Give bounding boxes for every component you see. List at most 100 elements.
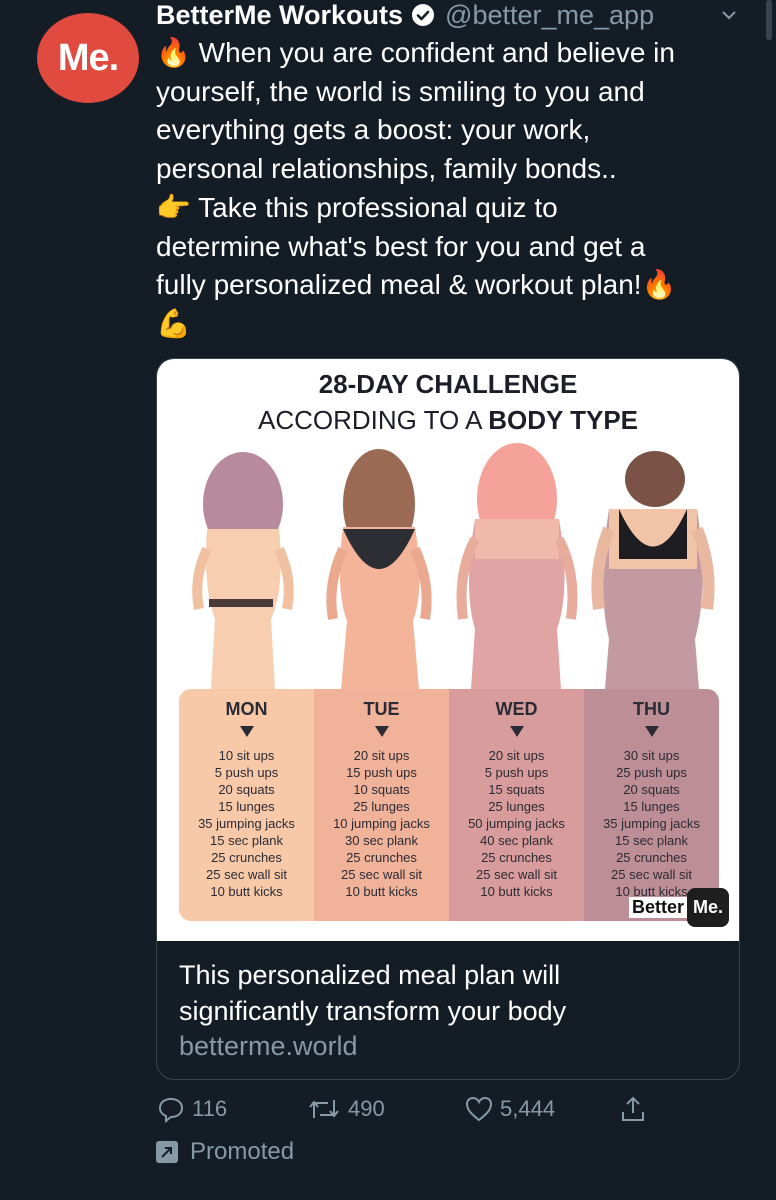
exercise-item: 15 push ups: [346, 765, 417, 780]
verified-icon: [412, 4, 435, 26]
exercise-list: 10 sit ups 5 push ups 20 squats 15 lunges 35…: [179, 747, 314, 900]
tweet-line: yourself, the world is smiling to you an…: [156, 75, 645, 107]
exercise-item: 5 push ups: [484, 765, 549, 780]
promoted-label: Promoted: [156, 1138, 294, 1166]
down-triangle-icon: [239, 726, 254, 737]
day-name: WED: [495, 699, 538, 719]
tweet-line: personal relationships, family bonds..: [156, 153, 617, 185]
figure-tue: [326, 449, 432, 689]
card-image[interactable]: 28-DAY CHALLENGE ACCORDING TO A BODY TYP…: [157, 359, 739, 941]
exercise-list: 30 sit ups 25 push ups 20 squats 15 lunges 3…: [584, 747, 719, 900]
day-column-tue: TUE 20 sit ups 15 push ups 10 squats 25 lung…: [314, 689, 449, 921]
betterme-logo: Better Me.: [629, 885, 731, 929]
flexed-biceps-emoji: 💪: [156, 306, 191, 340]
exercise-item: 10 butt kicks: [345, 884, 418, 899]
exercise-item: 30 sit ups: [623, 748, 680, 763]
exercise-item: 10 jumping jacks: [333, 816, 430, 831]
link-card[interactable]: 28-DAY CHALLENGE ACCORDING TO A BODY TYP…: [156, 358, 740, 1080]
chevron-down-icon[interactable]: [720, 6, 738, 24]
exercise-item: 25 push ups: [616, 765, 687, 780]
day-column-mon: MON 10 sit ups 5 push ups 20 squats 15 lunge…: [179, 689, 314, 921]
exercise-item: 40 sec plank: [480, 833, 553, 848]
exercise-item: 25 crunches: [616, 850, 687, 865]
figure-mon: [192, 452, 294, 689]
promoted-icon: [156, 1141, 178, 1163]
exercise-item: 20 squats: [218, 782, 275, 797]
exercise-item: 35 jumping jacks: [603, 816, 700, 831]
challenge-title: 28-DAY CHALLENGE: [318, 369, 578, 399]
reply-button[interactable]: 116: [156, 1094, 227, 1124]
avatar-text: Me.: [57, 36, 119, 79]
scrollbar[interactable]: [766, 0, 772, 40]
promoted-text: Promoted: [190, 1138, 295, 1165]
exercise-item: 50 jumping jacks: [468, 816, 565, 831]
tweet-text: 🔥 When you are confident and believe in …: [156, 34, 736, 344]
tweet-line: When you are confident and believe in: [198, 37, 675, 68]
exercise-item: 35 jumping jacks: [198, 816, 295, 831]
exercise-item: 15 sec plank: [210, 833, 283, 848]
retweet-icon: [309, 1100, 339, 1118]
exercise-item: 25 sec wall sit: [476, 867, 557, 882]
like-button[interactable]: 5,444: [464, 1094, 555, 1124]
exercise-item: 25 crunches: [481, 850, 552, 865]
exercise-list: 20 sit ups 5 push ups 15 squats 25 lunges 50…: [449, 747, 584, 900]
reply-icon: [158, 1097, 184, 1124]
day-name: TUE: [363, 699, 400, 719]
account-name[interactable]: BetterMe Workouts: [156, 0, 403, 31]
exercise-item: 25 sec wall sit: [341, 867, 422, 882]
tweet-line: everything gets a boost: your work,: [156, 114, 591, 146]
day-name: MON: [225, 699, 268, 719]
card-title[interactable]: This personalized meal plan will signifi…: [179, 957, 719, 1029]
day-name: THU: [633, 699, 670, 719]
share-button[interactable]: [618, 1094, 654, 1124]
share-icon: [622, 1096, 644, 1121]
exercise-item: 10 sit ups: [218, 748, 275, 763]
card-url[interactable]: betterme.world: [179, 1031, 358, 1062]
exercise-item: 30 sec plank: [345, 833, 418, 848]
account-handle[interactable]: @better_me_app: [445, 0, 654, 31]
tweet-header: BetterMe Workouts @better_me_app: [156, 0, 756, 30]
exercise-item: 15 squats: [488, 782, 545, 797]
down-triangle-icon: [644, 726, 659, 737]
exercise-item: 10 squats: [353, 782, 410, 797]
reply-count: 116: [192, 1096, 228, 1121]
exercise-item: 15 sec plank: [615, 833, 688, 848]
exercise-item: 25 crunches: [346, 850, 417, 865]
tweet-actions: 116 490 5,444: [156, 1094, 676, 1130]
exercise-list: 20 sit ups 15 push ups 10 squats 25 lunges 1…: [314, 747, 449, 900]
exercise-item: 15 lunges: [218, 799, 275, 814]
exercise-item: 10 butt kicks: [480, 884, 553, 899]
tweet-line: fully personalized meal & workout plan!: [156, 269, 642, 301]
logo-text: Better: [629, 896, 688, 918]
logo-mark: Me.: [687, 887, 730, 927]
card-title-line: significantly transform your body: [179, 996, 567, 1026]
figure-wed: [456, 443, 578, 689]
like-count: 5,444: [500, 1096, 556, 1121]
exercise-item: 25 sec wall sit: [206, 867, 287, 882]
down-triangle-icon: [374, 726, 389, 737]
avatar[interactable]: Me.: [37, 13, 139, 103]
retweet-button[interactable]: 490: [306, 1094, 385, 1124]
fire-emoji: 🔥: [641, 268, 677, 302]
tweet-line: Take this professional quiz to: [198, 191, 558, 223]
exercise-item: 15 lunges: [623, 799, 680, 814]
exercise-item: 5 push ups: [214, 765, 279, 780]
exercise-item: 10 butt kicks: [210, 884, 283, 899]
pointing-hand-emoji: 👉: [156, 190, 191, 224]
like-icon: [465, 1096, 493, 1122]
exercise-item: 25 lunges: [488, 799, 545, 814]
figure-thu: [591, 451, 715, 689]
card-title-line: This personalized meal plan will: [179, 960, 561, 990]
exercise-item: 25 sec wall sit: [611, 867, 692, 882]
exercise-item: 20 sit ups: [488, 748, 545, 763]
tweet-line: determine what's best for you and get a: [156, 230, 646, 262]
day-column-wed: WED 20 sit ups 5 push ups 15 squats 25 lunge…: [449, 689, 584, 921]
down-triangle-icon: [509, 726, 524, 737]
exercise-item: 20 squats: [623, 782, 680, 797]
challenge-subtitle: ACCORDING TO A BODY TYPE: [258, 405, 638, 435]
retweet-count: 490: [348, 1096, 385, 1121]
fire-emoji: 🔥: [156, 36, 191, 69]
exercise-item: 20 sit ups: [353, 748, 410, 763]
exercise-item: 25 crunches: [211, 850, 282, 865]
exercise-item: 25 lunges: [353, 799, 410, 814]
